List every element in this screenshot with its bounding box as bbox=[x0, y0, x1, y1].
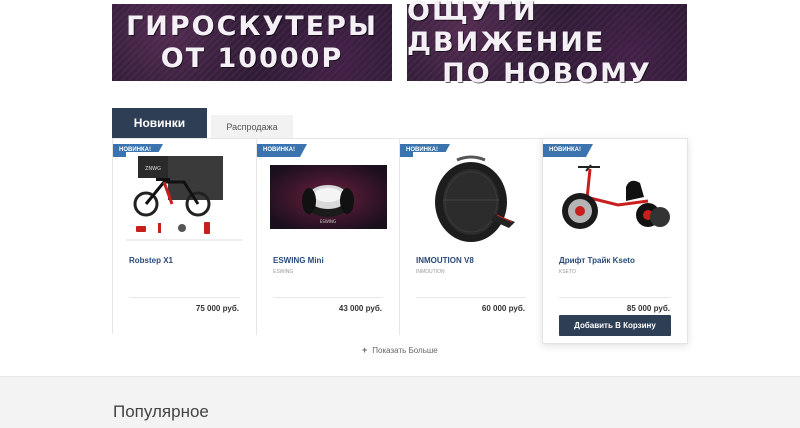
banner-line-1: ОЩУТИ ДВИЖЕНИЕ bbox=[407, 0, 606, 58]
product-card[interactable]: НОВИНКА! Дрифт Трайк Kseto KSETO 85 000 … bbox=[542, 138, 688, 344]
electric-bike-image[interactable]: ZNWG bbox=[126, 152, 243, 244]
product-name[interactable]: ESWING Mini bbox=[273, 256, 324, 265]
product-price: 85 000 руб. bbox=[626, 304, 670, 313]
plus-icon: + bbox=[362, 345, 368, 355]
product-price: 75 000 руб. bbox=[195, 304, 239, 313]
product-brand: INMOUTION bbox=[416, 269, 445, 275]
product-card[interactable]: НОВИНКА! ZNWG Robstep X1 75 000 руб. bbox=[113, 139, 256, 335]
product-brand: KSETO bbox=[559, 269, 576, 275]
show-more-label: Показать Больше bbox=[372, 345, 438, 355]
drift-trike-image[interactable] bbox=[556, 157, 673, 239]
popular-section: Популярное bbox=[0, 376, 800, 428]
show-more-link[interactable]: + Показать Больше bbox=[362, 345, 438, 355]
tab-sale[interactable]: Распродажа bbox=[211, 115, 293, 138]
divider bbox=[416, 297, 526, 298]
product-card[interactable]: НОВИНКА! INMOUTION V8 INMOUTION 60 000 р… bbox=[399, 139, 542, 335]
banner-line-1: ГИРОСКУТЕРЫ bbox=[126, 11, 378, 43]
product-name[interactable]: Дрифт Трайк Kseto bbox=[559, 256, 635, 265]
product-price: 60 000 руб. bbox=[481, 304, 525, 313]
promo-banner-movement[interactable]: ОЩУТИ ДВИЖЕНИЕ ПО НОВОМУ bbox=[407, 0, 687, 89]
tab-new[interactable]: Новинки bbox=[112, 108, 207, 138]
hoverboard-image[interactable]: ESWING bbox=[270, 165, 387, 229]
monowheel-image[interactable] bbox=[413, 152, 530, 244]
divider bbox=[273, 297, 383, 298]
promo-banner-hoverboards[interactable]: ГИРОСКУТЕРЫ ОТ 10000Р bbox=[112, 4, 392, 81]
product-name[interactable]: INMOUTION V8 bbox=[416, 256, 474, 265]
add-to-cart-button[interactable]: Добавить В Корзину bbox=[559, 315, 671, 336]
divider bbox=[559, 297, 671, 298]
product-card[interactable]: НОВИНКА! ESWING ESWING Mini ESWING 43 00… bbox=[256, 139, 399, 335]
product-name[interactable]: Robstep X1 bbox=[129, 256, 173, 265]
banner-line-2: ПО НОВОМУ bbox=[442, 58, 652, 90]
product-grid: НОВИНКА! ZNWG Robstep X1 75 000 руб. НОВ… bbox=[112, 138, 688, 344]
banner-line-2: ОТ 10000Р bbox=[160, 42, 344, 74]
product-brand: ESWING bbox=[273, 269, 294, 275]
bike-screen-text: ZNWG bbox=[145, 166, 161, 172]
new-badge: НОВИНКА! bbox=[543, 144, 593, 157]
section-title: Популярное bbox=[113, 402, 209, 421]
product-price: 43 000 руб. bbox=[338, 304, 382, 313]
divider bbox=[129, 297, 240, 298]
hoverboard-logo-text: ESWING bbox=[320, 219, 336, 224]
new-badge: НОВИНКА! bbox=[257, 144, 307, 157]
